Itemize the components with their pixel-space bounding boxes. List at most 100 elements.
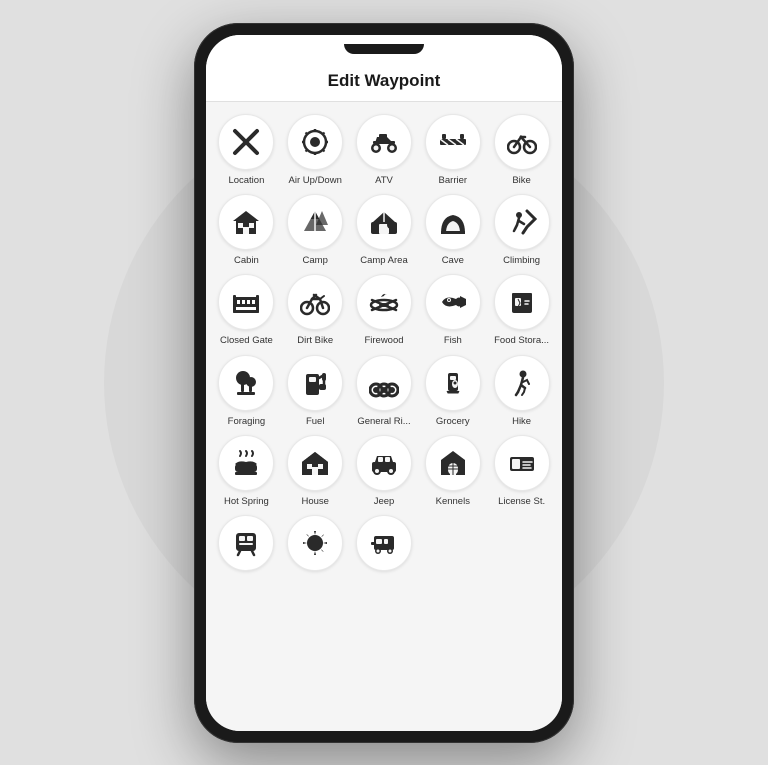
icon-item-dirt-bike[interactable]: Dirt Bike [283, 274, 348, 346]
icon-item-kennels[interactable]: Kennels [420, 435, 485, 507]
icon-label-house: House [301, 496, 328, 507]
icon-item-license-st[interactable]: License St. [489, 435, 554, 507]
icon-item-firewood[interactable]: Firewood [352, 274, 417, 346]
food-storage-icon [507, 287, 537, 317]
more2-icon [300, 528, 330, 558]
icon-item-air-up-down[interactable]: Air Up/Down [283, 114, 348, 186]
icon-circle-dirt-bike[interactable] [287, 274, 343, 330]
icon-item-location[interactable]: Location [214, 114, 279, 186]
icon-label-foraging: Foraging [228, 416, 266, 427]
kennels-icon [438, 448, 468, 478]
icon-circle-cabin[interactable] [218, 194, 274, 250]
icon-circle-camp[interactable] [287, 194, 343, 250]
icon-item-foraging[interactable]: Foraging [214, 355, 279, 427]
air-up-down-icon [300, 127, 330, 157]
icon-label-grocery: Grocery [436, 416, 470, 427]
icon-item-more2[interactable] [283, 515, 348, 576]
icon-item-cabin[interactable]: Cabin [214, 194, 279, 266]
icon-item-jeep[interactable]: Jeep [352, 435, 417, 507]
icon-circle-grocery[interactable] [425, 355, 481, 411]
icon-circle-barrier[interactable] [425, 114, 481, 170]
icon-label-barrier: Barrier [439, 175, 468, 186]
icon-item-food-storage[interactable]: Food Stora... [489, 274, 554, 346]
dirt-bike-icon [300, 287, 330, 317]
icon-item-camp[interactable]: Camp [283, 194, 348, 266]
icon-grid: Location [214, 114, 554, 577]
icon-circle-climbing[interactable] [494, 194, 550, 250]
icon-item-hot-spring[interactable]: Hot Spring [214, 435, 279, 507]
icon-circle-atv[interactable] [356, 114, 412, 170]
icon-circle-food-storage[interactable] [494, 274, 550, 330]
icon-label-general-ri: General Ri... [357, 416, 410, 427]
icon-item-more1[interactable] [214, 515, 279, 576]
icon-label-firewood: Firewood [364, 335, 403, 346]
icon-label-fish: Fish [444, 335, 462, 346]
icon-circle-license-st[interactable] [494, 435, 550, 491]
foraging-icon [231, 368, 261, 398]
icon-item-atv[interactable]: ATV [352, 114, 417, 186]
icon-circle-jeep[interactable] [356, 435, 412, 491]
icon-circle-camp-area[interactable] [356, 194, 412, 250]
icon-label-hike: Hike [512, 416, 531, 427]
icon-circle-bike[interactable] [494, 114, 550, 170]
climbing-icon [507, 207, 537, 237]
icon-circle-cave[interactable] [425, 194, 481, 250]
jeep-icon [369, 448, 399, 478]
icon-circle-kennels[interactable] [425, 435, 481, 491]
house-icon [300, 448, 330, 478]
icon-circle-more2[interactable] [287, 515, 343, 571]
icon-label-fuel: Fuel [306, 416, 324, 427]
cave-icon [438, 207, 468, 237]
atv-icon [369, 127, 399, 157]
closed-gate-icon [231, 287, 261, 317]
icon-circle-fish[interactable] [425, 274, 481, 330]
bike-icon [507, 127, 537, 157]
icon-circle-firewood[interactable] [356, 274, 412, 330]
icon-label-dirt-bike: Dirt Bike [297, 335, 333, 346]
icon-item-camp-area[interactable]: Camp Area [352, 194, 417, 266]
icon-item-grocery[interactable]: Grocery [420, 355, 485, 427]
hike-icon [507, 368, 537, 398]
cabin-icon [231, 207, 261, 237]
icon-item-climbing[interactable]: Climbing [489, 194, 554, 266]
icon-circle-more3[interactable] [356, 515, 412, 571]
icon-item-fuel[interactable]: Fuel [283, 355, 348, 427]
icon-circle-hike[interactable] [494, 355, 550, 411]
icon-item-hike[interactable]: Hike [489, 355, 554, 427]
phone-frame: Edit Waypoint Location [194, 23, 574, 743]
icon-item-barrier[interactable]: Barrier [420, 114, 485, 186]
icon-circle-foraging[interactable] [218, 355, 274, 411]
icon-circle-house[interactable] [287, 435, 343, 491]
icon-grid-scroll[interactable]: Location [206, 102, 562, 731]
icon-label-bike: Bike [512, 175, 530, 186]
location-icon [231, 127, 261, 157]
icon-label-climbing: Climbing [503, 255, 540, 266]
icon-item-more3[interactable] [352, 515, 417, 576]
icon-circle-location[interactable] [218, 114, 274, 170]
icon-circle-closed-gate[interactable] [218, 274, 274, 330]
phone-screen: Edit Waypoint Location [206, 35, 562, 731]
icon-circle-hot-spring[interactable] [218, 435, 274, 491]
firewood-icon [369, 287, 399, 317]
icon-circle-more1[interactable] [218, 515, 274, 571]
icon-item-closed-gate[interactable]: Closed Gate [214, 274, 279, 346]
hot-spring-icon [231, 448, 261, 478]
icon-label-food-storage: Food Stora... [494, 335, 549, 346]
icon-label-cabin: Cabin [234, 255, 259, 266]
license-st-icon [507, 448, 537, 478]
icon-circle-air-up-down[interactable] [287, 114, 343, 170]
icon-item-bike[interactable]: Bike [489, 114, 554, 186]
icon-item-house[interactable]: House [283, 435, 348, 507]
icon-circle-fuel[interactable] [287, 355, 343, 411]
camp-area-icon [369, 207, 399, 237]
icon-circle-general-ri[interactable] [356, 355, 412, 411]
icon-label-location: Location [228, 175, 264, 186]
scene: Edit Waypoint Location [0, 0, 768, 765]
notch [344, 44, 424, 54]
icon-item-cave[interactable]: Cave [420, 194, 485, 266]
icon-label-closed-gate: Closed Gate [220, 335, 273, 346]
icon-label-jeep: Jeep [374, 496, 395, 507]
icon-item-general-ri[interactable]: General Ri... [352, 355, 417, 427]
icon-label-atv: ATV [375, 175, 393, 186]
icon-item-fish[interactable]: Fish [420, 274, 485, 346]
